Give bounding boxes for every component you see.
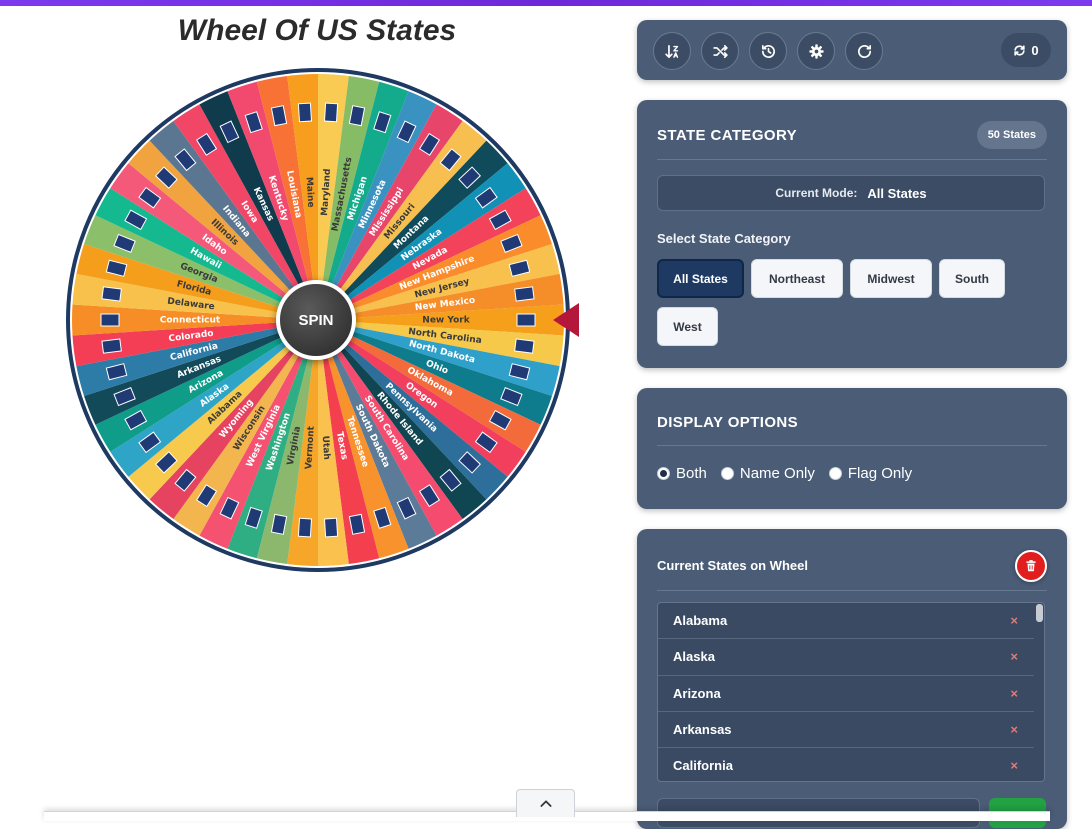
list-item: Arkansas × bbox=[658, 712, 1034, 749]
page-title: Wheel Of US States bbox=[177, 14, 457, 47]
remove-state-button[interactable]: × bbox=[1010, 613, 1018, 628]
current-mode-value: All States bbox=[867, 185, 927, 201]
trash-icon bbox=[1026, 560, 1036, 572]
list-item: California × bbox=[658, 748, 1034, 781]
display-name-only-option[interactable]: Name Only bbox=[720, 465, 815, 482]
state-name: Alabama bbox=[673, 613, 728, 629]
category-midwest-button[interactable]: Midwest bbox=[850, 259, 932, 298]
display-both-label: Both bbox=[676, 465, 707, 482]
current-mode-label: Current Mode: bbox=[775, 186, 858, 200]
state-name: Alaska bbox=[673, 649, 715, 665]
settings-button[interactable] bbox=[797, 32, 835, 70]
category-northeast-button[interactable]: Northeast bbox=[751, 259, 843, 298]
list-scrollbar[interactable] bbox=[1036, 604, 1043, 622]
radio-both[interactable] bbox=[657, 467, 670, 480]
sort-button[interactable] bbox=[653, 32, 691, 70]
current-states-heading: Current States on Wheel bbox=[657, 558, 808, 573]
state-name: California bbox=[673, 758, 733, 774]
state-flag-icon bbox=[323, 517, 339, 538]
remove-state-button[interactable]: × bbox=[1010, 758, 1018, 773]
divider bbox=[657, 159, 1047, 160]
shuffle-button[interactable] bbox=[701, 32, 739, 70]
radio-flag-only[interactable] bbox=[828, 467, 842, 480]
reset-button[interactable] bbox=[845, 32, 883, 70]
display-flag-only-option[interactable]: Flag Only bbox=[828, 465, 913, 482]
divider bbox=[657, 445, 1047, 446]
display-both-option[interactable]: Both bbox=[657, 465, 707, 482]
state-flag-icon bbox=[101, 286, 122, 302]
category-west-button[interactable]: West bbox=[657, 307, 718, 346]
spin-counter: 0 bbox=[1001, 33, 1051, 67]
state-flag-icon bbox=[100, 313, 120, 327]
list-item: Arizona × bbox=[658, 676, 1034, 712]
divider bbox=[657, 590, 1047, 591]
toolbar-panel: 0 bbox=[637, 20, 1067, 80]
wheel-pointer bbox=[553, 303, 579, 337]
history-icon bbox=[761, 44, 775, 58]
spin-wheel[interactable]: New York North Carolina North Dakota Ohio Ok… bbox=[66, 68, 570, 572]
list-item: Alaska × bbox=[658, 639, 1034, 676]
state-category-heading: STATE CATEGORY bbox=[657, 127, 798, 144]
state-name: Arizona bbox=[673, 685, 721, 701]
select-category-label: Select State Category bbox=[657, 231, 791, 246]
display-flag-only-label: Flag Only bbox=[847, 465, 913, 482]
current-states-panel: Current States on Wheel Alabama × Alaska ×… bbox=[637, 529, 1067, 829]
state-flag-icon bbox=[297, 517, 313, 538]
spin-count-value: 0 bbox=[1031, 42, 1039, 58]
display-options-panel: DISPLAY OPTIONS Both Name Only Flag Only bbox=[637, 388, 1067, 509]
display-options-heading: DISPLAY OPTIONS bbox=[657, 414, 799, 431]
states-list[interactable]: Alabama × Alaska × Arizona × Arkansas × Cali… bbox=[657, 602, 1045, 782]
refresh-icon bbox=[1014, 44, 1026, 56]
remove-state-button[interactable]: × bbox=[1010, 649, 1018, 664]
segment-label: Connecticut bbox=[160, 316, 221, 326]
shuffle-icon bbox=[712, 44, 728, 58]
spin-button[interactable]: SPIN bbox=[276, 280, 356, 360]
state-count-badge: 50 States bbox=[976, 121, 1047, 149]
gear-icon bbox=[808, 43, 824, 59]
state-flag-icon bbox=[101, 338, 122, 354]
remove-state-button[interactable]: × bbox=[1010, 722, 1018, 737]
expand-bottom-sheet-button[interactable] bbox=[516, 789, 575, 817]
history-button[interactable] bbox=[749, 32, 787, 70]
display-mode-radios: Both Name Only Flag Only bbox=[657, 465, 926, 482]
state-flag-icon bbox=[323, 102, 339, 123]
list-item: Alabama × bbox=[658, 603, 1034, 640]
current-mode-display: Current Mode: All States bbox=[657, 175, 1045, 211]
sort-icon bbox=[664, 44, 678, 58]
display-name-only-label: Name Only bbox=[739, 465, 815, 482]
radio-name-only[interactable] bbox=[720, 467, 734, 480]
state-flag-icon bbox=[514, 338, 535, 354]
state-category-panel: STATE CATEGORY 50 States Current Mode: A… bbox=[637, 100, 1067, 368]
state-name: Arkansas bbox=[673, 722, 732, 738]
state-flag-icon bbox=[297, 102, 313, 123]
category-all-states-button[interactable]: All States bbox=[657, 259, 744, 298]
top-accent-bar bbox=[0, 0, 1092, 6]
remove-state-button[interactable]: × bbox=[1010, 686, 1018, 701]
segment-label: Utah bbox=[320, 435, 331, 460]
clear-all-button[interactable] bbox=[1015, 550, 1047, 582]
state-flag-icon bbox=[514, 286, 535, 302]
redo-icon bbox=[857, 44, 871, 58]
segment-label: Maine bbox=[304, 177, 316, 208]
segment-label: New York bbox=[422, 316, 470, 326]
state-flag-icon bbox=[516, 313, 536, 327]
chevron-up-icon bbox=[539, 799, 552, 807]
category-south-button[interactable]: South bbox=[939, 259, 1005, 298]
